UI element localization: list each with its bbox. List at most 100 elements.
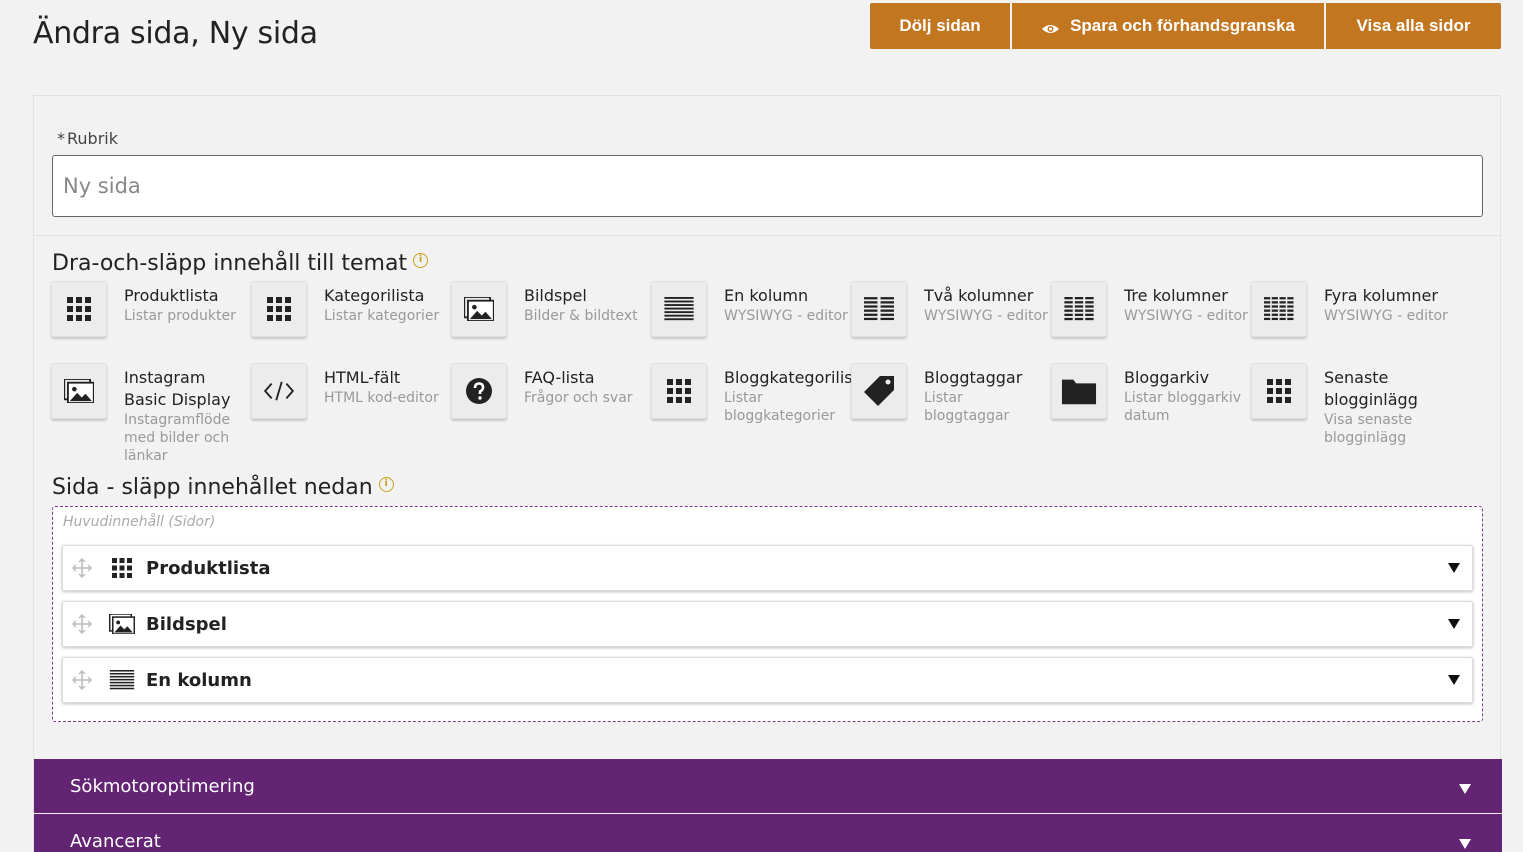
move-handle-icon[interactable] (72, 670, 92, 690)
image-icon (109, 613, 135, 635)
widget-title: Produktlista (124, 286, 219, 305)
required-mark: * (57, 129, 65, 148)
grid-icon (51, 281, 107, 337)
accordion-label: Avancerat (70, 830, 161, 852)
widget-subtitle: Bilder & bildtext (524, 308, 638, 324)
widget-tre-kolumner[interactable]: Tre kolumner WYSIWYG - editor (1051, 281, 1251, 361)
image-icon (51, 363, 107, 419)
widget-faq-lista[interactable]: FAQ-lista Frågor och svar (451, 363, 651, 443)
widget-instagram-basic-display[interactable]: Instagram Basic Display Instagramflöde m… (51, 363, 251, 464)
widget-title: HTML-fält (324, 368, 401, 387)
widget-title: Bloggkategorilist (724, 368, 859, 387)
question-icon (451, 363, 507, 419)
rubrik-label: * Rubrik (57, 129, 118, 148)
save-preview-label: Spara och förhandsgranska (1070, 16, 1295, 35)
code-icon (251, 363, 307, 419)
widget-text: En kolumn WYSIWYG - editor (724, 285, 848, 361)
one-column-icon (109, 669, 135, 691)
widget-subtitle: WYSIWYG - editor (724, 308, 848, 324)
accordion-label: Sökmotoroptimering (70, 775, 255, 797)
widget-title: Tre kolumner (1124, 286, 1228, 305)
page-content-title-text: Sida - släpp innehållet nedan (52, 475, 373, 500)
widget-title: FAQ-lista (524, 368, 595, 387)
widget-text: Bloggkategorilist Listar bloggkategorier (724, 367, 859, 443)
four-columns-icon (1251, 281, 1307, 337)
caret-down-icon[interactable] (1448, 675, 1460, 685)
widget-fyra-kolumner[interactable]: Fyra kolumner WYSIWYG - editor (1251, 281, 1451, 361)
widget-text: HTML-fält HTML kod-editor (324, 367, 439, 443)
tag-icon (851, 363, 907, 419)
widget-subtitle: WYSIWYG - editor (924, 308, 1048, 324)
main-content-dropzone[interactable]: Huvudinnehåll (Sidor) Produktlista Bilds… (52, 506, 1483, 722)
widget-subtitle: HTML kod-editor (324, 390, 439, 406)
rubrik-input[interactable] (52, 155, 1483, 217)
widget-bloggarkiv[interactable]: Bloggarkiv Listar bloggarkiv datum (1051, 363, 1251, 443)
folder-icon (1051, 363, 1107, 419)
widget-bildspel[interactable]: Bildspel Bilder & bildtext (451, 281, 651, 361)
block-title: En kolumn (146, 669, 252, 691)
one-column-icon (651, 281, 707, 337)
widget-title: Bildspel (524, 286, 587, 305)
info-icon[interactable]: i (378, 477, 394, 492)
widget-text: Bloggarkiv Listar bloggarkiv datum (1124, 367, 1251, 443)
block-title: Bildspel (146, 613, 227, 635)
grid-icon (1251, 363, 1307, 419)
widget-produktlista[interactable]: Produktlista Listar produkter (51, 281, 251, 361)
widget-title: Instagram Basic Display (124, 368, 231, 409)
widget-text: Kategorilista Listar kategorier (324, 285, 439, 361)
widget-text: Instagram Basic Display Instagramflöde m… (124, 367, 251, 464)
caret-down-icon (1459, 839, 1471, 849)
widget-senaste-blogginlägg[interactable]: Senaste blogginlägg Visa senaste bloggin… (1251, 363, 1451, 446)
widget-subtitle: Frågor och svar (524, 390, 633, 406)
three-columns-icon (1051, 281, 1107, 337)
widget-text: Fyra kolumner WYSIWYG - editor (1324, 285, 1448, 361)
widget-title: Fyra kolumner (1324, 286, 1438, 305)
image-icon (451, 281, 507, 337)
two-columns-icon (851, 281, 907, 337)
content-block[interactable]: Bildspel (62, 601, 1473, 647)
widget-subtitle: Listar bloggkategorier (724, 390, 836, 424)
widget-subtitle: Visa senaste blogginlägg (1324, 412, 1413, 446)
accordion-seo[interactable]: Sökmotoroptimering (34, 759, 1502, 813)
widget-text: Tre kolumner WYSIWYG - editor (1124, 285, 1248, 361)
widget-bloggtaggar[interactable]: Bloggtaggar Listar bloggtaggar (851, 363, 1051, 443)
widget-text: Produktlista Listar produkter (124, 285, 236, 361)
widget-title: Senaste blogginlägg (1324, 368, 1418, 409)
widget-kategorilista[interactable]: Kategorilista Listar kategorier (251, 281, 451, 361)
widget-title: Två kolumner (924, 286, 1034, 305)
save-preview-button[interactable]: Spara och förhandsgranska (1012, 3, 1324, 49)
widget-title: En kolumn (724, 286, 809, 305)
widget-text: FAQ-lista Frågor och svar (524, 367, 633, 443)
page-title: Ändra sida, Ny sida (33, 16, 318, 51)
hide-page-button[interactable]: Dölj sidan (870, 3, 1010, 49)
widget-text: Två kolumner WYSIWYG - editor (924, 285, 1048, 361)
caret-down-icon[interactable] (1448, 563, 1460, 573)
content-block[interactable]: En kolumn (62, 657, 1473, 703)
rubrik-label-text: Rubrik (67, 129, 118, 148)
edit-panel: *Rubrik Dra-och-släpp innehåll till tema… (33, 95, 1502, 852)
widget-subtitle: Instagramflöde med bilder och länkar (124, 412, 231, 464)
widget-title: Kategorilista (324, 286, 425, 305)
widget-text: Bloggtaggar Listar bloggtaggar (924, 367, 1051, 443)
info-icon[interactable]: i (413, 253, 429, 268)
widget-en-kolumn[interactable]: En kolumn WYSIWYG - editor (651, 281, 851, 361)
content-block[interactable]: Produktlista (62, 545, 1473, 591)
widget-subtitle: Listar bloggarkiv datum (1124, 390, 1241, 424)
eye-icon (1041, 20, 1060, 33)
widget-subtitle: WYSIWYG - editor (1124, 308, 1248, 324)
palette-title: Dra-och-släpp innehåll till temat i (52, 251, 429, 276)
widget-title: Bloggarkiv (1124, 368, 1210, 387)
grid-icon (109, 557, 135, 579)
move-handle-icon[interactable] (72, 614, 92, 634)
move-handle-icon[interactable] (72, 558, 92, 578)
widget-html-fält[interactable]: HTML-fält HTML kod-editor (251, 363, 451, 443)
show-all-pages-button[interactable]: Visa alla sidor (1326, 3, 1501, 49)
accordion-advanced[interactable]: Avancerat (34, 814, 1502, 852)
caret-down-icon[interactable] (1448, 619, 1460, 629)
dropzone-label: Huvudinnehåll (Sidor) (63, 514, 216, 530)
widget-subtitle: Listar produkter (124, 308, 236, 324)
widget-bloggkategorilist[interactable]: Bloggkategorilist Listar bloggkategorier (651, 363, 859, 443)
widget-två-kolumner[interactable]: Två kolumner WYSIWYG - editor (851, 281, 1051, 361)
widget-subtitle: Listar kategorier (324, 308, 440, 324)
grid-icon (251, 281, 307, 337)
